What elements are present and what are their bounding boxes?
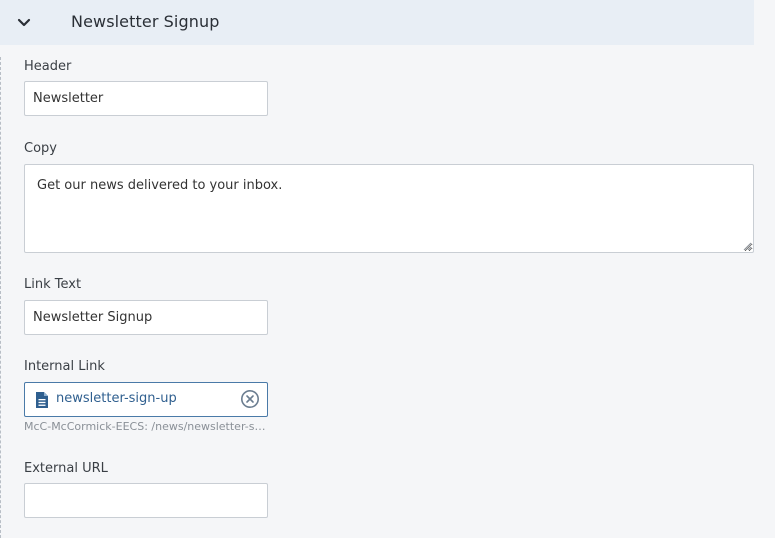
- panel-header[interactable]: Newsletter Signup: [0, 0, 754, 45]
- internal-link-picker[interactable]: newsletter-sign-up: [24, 382, 268, 417]
- header-field-label: Header: [24, 59, 72, 74]
- internal-link-value[interactable]: newsletter-sign-up: [56, 391, 177, 406]
- document-icon: [36, 392, 48, 408]
- nesting-guide-line: [0, 57, 1, 538]
- link-text-field-label: Link Text: [24, 277, 82, 292]
- copy-field-label: Copy: [24, 141, 57, 156]
- chevron-down-icon[interactable]: [16, 14, 32, 30]
- panel-title: Newsletter Signup: [71, 12, 220, 31]
- copy-textarea[interactable]: Get our news delivered to your inbox.: [24, 164, 754, 253]
- internal-link-field-label: Internal Link: [24, 359, 105, 374]
- internal-link-path: McC-McCormick-EECS: /news/newsletter-sig…: [24, 420, 268, 433]
- header-input[interactable]: [24, 81, 268, 116]
- external-url-input[interactable]: [24, 483, 268, 518]
- link-text-input[interactable]: [24, 300, 268, 335]
- resize-grip-icon[interactable]: [742, 241, 752, 251]
- clear-circle-icon[interactable]: [240, 389, 260, 409]
- external-url-field-label: External URL: [24, 461, 108, 476]
